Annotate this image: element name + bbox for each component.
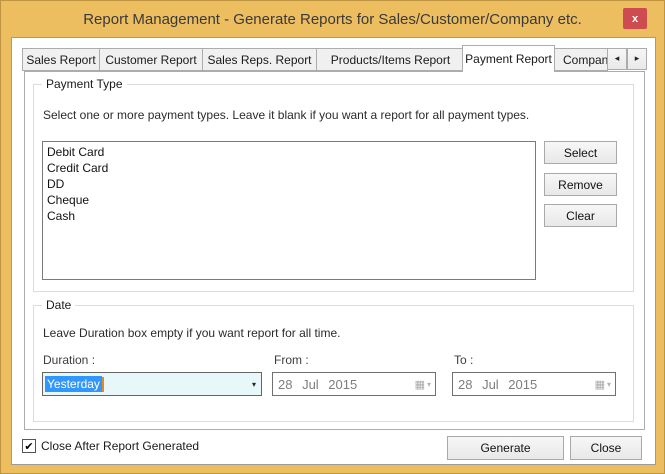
payment-type-legend: Payment Type xyxy=(42,77,127,91)
calendar-icon[interactable]: ▦ xyxy=(595,378,605,391)
to-label: To : xyxy=(454,353,474,367)
date-instruction: Leave Duration box empty if you want rep… xyxy=(43,326,341,340)
duration-selected-value: Yesterday xyxy=(45,376,102,392)
close-button[interactable]: Close xyxy=(570,436,642,460)
chevron-down-icon[interactable]: ▾ xyxy=(427,380,431,389)
tab-scroll-left-icon[interactable]: ◂ xyxy=(607,48,627,70)
from-date-picker[interactable]: 28 Jul 2015 ▦ ▾ xyxy=(272,372,436,396)
payment-report-tab-page: Payment Type Select one or more payment … xyxy=(24,71,645,430)
title-bar: Report Management - Generate Reports for… xyxy=(1,1,664,37)
select-button[interactable]: Select xyxy=(544,141,617,164)
list-item[interactable]: Cheque xyxy=(47,192,531,208)
to-date-value: 28 Jul 2015 xyxy=(458,376,538,392)
window-title: Report Management - Generate Reports for… xyxy=(83,10,582,28)
chevron-down-icon[interactable]: ▾ xyxy=(252,373,256,395)
list-item[interactable]: Debit Card xyxy=(47,144,531,160)
from-date-value: 28 Jul 2015 xyxy=(278,376,358,392)
close-after-report-option[interactable]: ✔ Close After Report Generated xyxy=(22,439,199,453)
dialog-body: Sales Report Customer Report Sales Reps.… xyxy=(11,37,656,465)
to-date-picker[interactable]: 28 Jul 2015 ▦ ▾ xyxy=(452,372,616,396)
payment-type-group: Payment Type Select one or more payment … xyxy=(33,77,634,292)
tab-customer-report[interactable]: Customer Report xyxy=(99,48,203,71)
tab-scroll-right-icon[interactable]: ▸ xyxy=(627,48,647,70)
checkbox-label: Close After Report Generated xyxy=(41,439,200,453)
chevron-down-icon[interactable]: ▾ xyxy=(607,380,611,389)
tab-sales-report[interactable]: Sales Report xyxy=(22,48,100,71)
tab-payment-report[interactable]: Payment Report xyxy=(462,45,555,72)
calendar-icon[interactable]: ▦ xyxy=(415,378,425,391)
report-management-dialog: Report Management - Generate Reports for… xyxy=(0,0,665,474)
duration-combobox[interactable]: Yesterday ▾ xyxy=(42,372,262,396)
from-label: From : xyxy=(274,353,309,367)
close-icon[interactable]: x xyxy=(623,8,647,29)
tab-products-items-report[interactable]: Products/Items Report xyxy=(316,48,465,71)
text-caret xyxy=(101,376,104,392)
date-group: Date Leave Duration box empty if you wan… xyxy=(33,298,634,422)
generate-button[interactable]: Generate xyxy=(447,436,564,460)
payment-type-instruction: Select one or more payment types. Leave … xyxy=(43,108,530,122)
checkbox-checked[interactable]: ✔ xyxy=(22,439,36,453)
tab-sales-reps-report[interactable]: Sales Reps. Report xyxy=(202,48,317,71)
payment-type-listbox[interactable]: Debit Card Credit Card DD Cheque Cash xyxy=(42,141,536,280)
list-item[interactable]: Cash xyxy=(47,208,531,224)
date-legend: Date xyxy=(42,298,76,312)
remove-button[interactable]: Remove xyxy=(544,173,617,196)
duration-label: Duration : xyxy=(43,353,96,367)
clear-button[interactable]: Clear xyxy=(544,204,617,227)
tab-company[interactable]: Company xyxy=(554,48,608,71)
list-item[interactable]: Credit Card xyxy=(47,160,531,176)
list-item[interactable]: DD xyxy=(47,176,531,192)
